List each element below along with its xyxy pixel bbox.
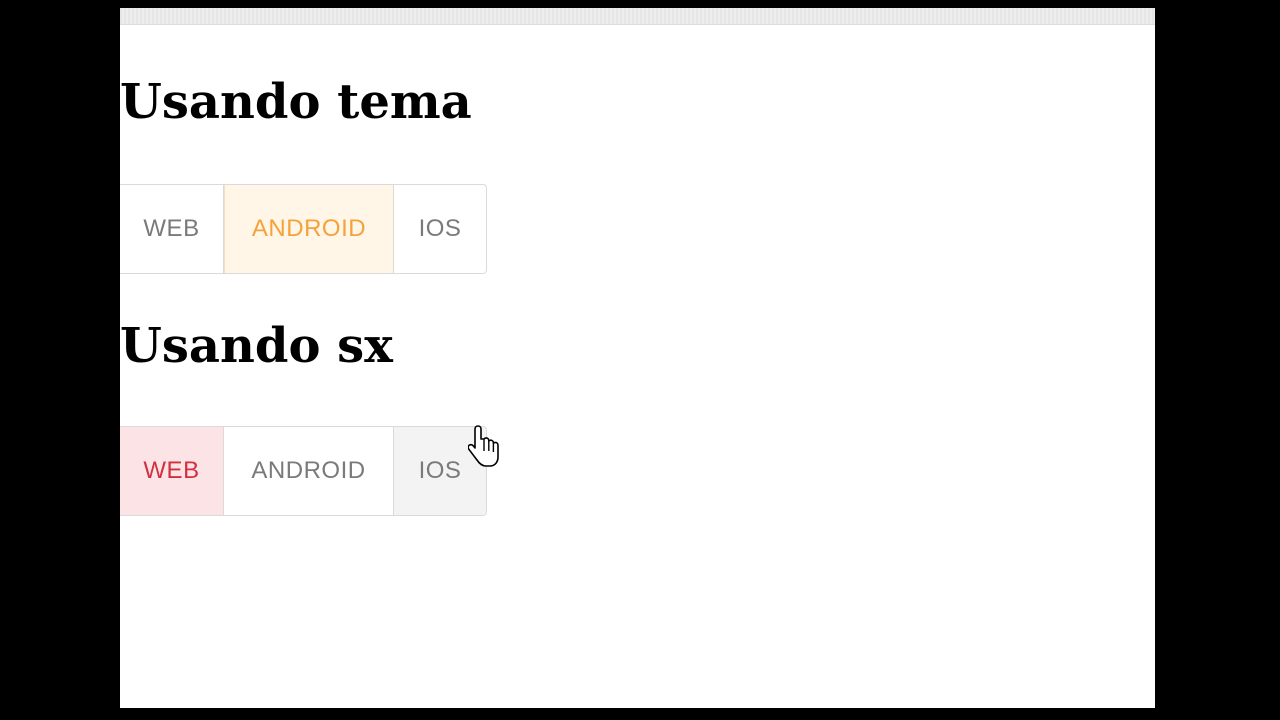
- toggle-web-button[interactable]: WEB: [120, 427, 224, 515]
- heading-usando-tema: Usando tema: [120, 74, 472, 130]
- toggle-group-tema: WEB ANDROID IOS: [120, 184, 487, 274]
- toggle-android-button[interactable]: ANDROID: [224, 185, 394, 273]
- toggle-group-sx: WEB ANDROID IOS: [120, 426, 487, 516]
- toggle-ios-button[interactable]: IOS: [394, 185, 486, 273]
- hand-pointer-icon: [468, 425, 499, 467]
- toggle-android-button[interactable]: ANDROID: [224, 427, 394, 515]
- toggle-web-button[interactable]: WEB: [120, 185, 224, 273]
- browser-viewport: Usando tema WEB ANDROID IOS Usando sx WE…: [120, 8, 1155, 708]
- top-scroll-strip: [120, 8, 1155, 25]
- heading-usando-sx: Usando sx: [120, 318, 393, 374]
